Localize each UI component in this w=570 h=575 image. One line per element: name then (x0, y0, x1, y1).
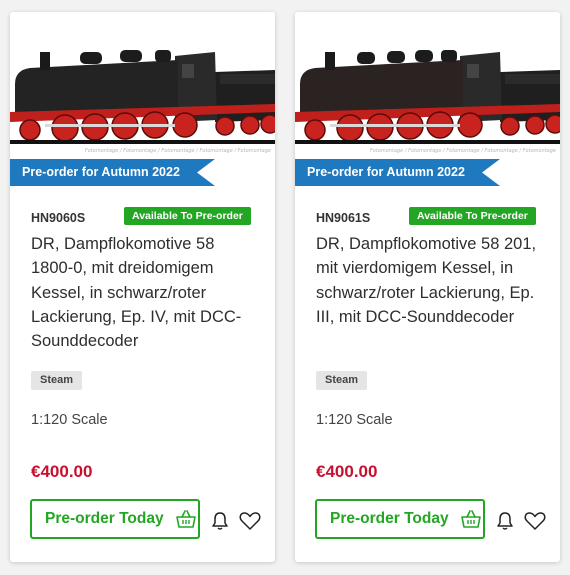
category-tag[interactable]: Steam (31, 371, 83, 390)
product-image[interactable]: Fotomontage / Fotomontage / Fotomontage … (295, 12, 560, 157)
product-title[interactable]: DR, Dampflokomotive 58 201, mit vierdomi… (316, 232, 546, 329)
product-price: €400.00 (31, 462, 93, 481)
preorder-button[interactable]: Pre-order Today (30, 499, 200, 539)
locomotive-illustration (295, 50, 560, 144)
product-sku: HN9061S (316, 211, 371, 225)
heart-icon[interactable] (239, 511, 261, 531)
product-scale: 1:120 Scale (31, 412, 108, 428)
preorder-banner: Pre-order for Autumn 2022 (10, 159, 215, 186)
preorder-button-label: Pre-order Today (45, 510, 164, 527)
preorder-button-label: Pre-order Today (330, 510, 449, 527)
heart-icon[interactable] (524, 511, 546, 531)
photo-credit: Fotomontage / Fotomontage / Fotomontage … (84, 148, 271, 154)
product-card[interactable]: Fotomontage / Fotomontage / Fotomontage … (295, 12, 560, 562)
bell-icon[interactable] (210, 511, 230, 531)
product-price: €400.00 (316, 462, 378, 481)
locomotive-illustration (10, 50, 275, 144)
basket-icon (461, 510, 481, 528)
bell-icon[interactable] (495, 511, 515, 531)
banner-text: Pre-order for Autumn 2022 (307, 165, 465, 179)
product-card[interactable]: Fotomontage / Fotomontage / Fotomontage … (10, 12, 275, 562)
product-image[interactable]: Fotomontage / Fotomontage / Fotomontage … (10, 12, 275, 157)
preorder-button[interactable]: Pre-order Today (315, 499, 485, 539)
photo-credit: Fotomontage / Fotomontage / Fotomontage … (369, 148, 556, 154)
product-scale: 1:120 Scale (316, 412, 393, 428)
preorder-banner: Pre-order for Autumn 2022 (295, 159, 500, 186)
availability-badge: Available To Pre-order (124, 207, 251, 225)
product-title[interactable]: DR, Dampflokomotive 58 1800-0, mit dreid… (31, 232, 261, 353)
availability-badge: Available To Pre-order (409, 207, 536, 225)
banner-text: Pre-order for Autumn 2022 (22, 165, 180, 179)
product-sku: HN9060S (31, 211, 86, 225)
category-tag[interactable]: Steam (316, 371, 368, 390)
basket-icon (176, 510, 196, 528)
